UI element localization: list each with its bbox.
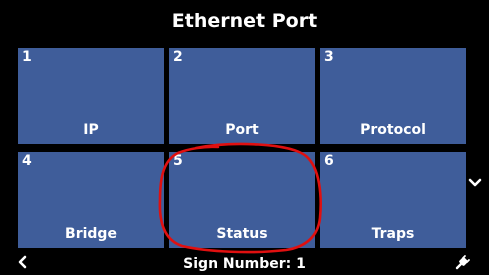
tile-status[interactable]: 5 Status (169, 152, 315, 248)
tile-port[interactable]: 2 Port (169, 48, 315, 144)
tile-number: 1 (22, 49, 32, 65)
chevron-down-icon[interactable] (468, 174, 482, 187)
tile-label: IP (83, 122, 99, 138)
page-title: Ethernet Port (171, 10, 318, 32)
tile-label: Bridge (65, 226, 117, 242)
tile-number: 3 (324, 49, 334, 65)
tile-label: Protocol (360, 122, 426, 138)
tile-number: 6 (324, 153, 334, 169)
tile-number: 2 (173, 49, 183, 65)
tile-label: Status (216, 226, 268, 242)
tile-traps[interactable]: 6 Traps (320, 152, 466, 248)
tile-ip[interactable]: 1 IP (18, 48, 164, 144)
plug-icon-graphic (455, 255, 470, 270)
tile-number: 4 (22, 153, 32, 169)
tile-label: Traps (371, 226, 415, 242)
tile-bridge[interactable]: 4 Bridge (18, 152, 164, 248)
tile-label: Port (225, 122, 259, 138)
sign-number-label: Sign Number: 1 (183, 256, 306, 272)
device-screen: Ethernet Port 1 IP 2 Port 3 Protocol 4 B… (0, 0, 489, 275)
tile-protocol[interactable]: 3 Protocol (320, 48, 466, 144)
chevron-down-icon-graphic (468, 178, 482, 187)
tile-number: 5 (173, 153, 183, 169)
plug-icon[interactable] (454, 253, 472, 271)
